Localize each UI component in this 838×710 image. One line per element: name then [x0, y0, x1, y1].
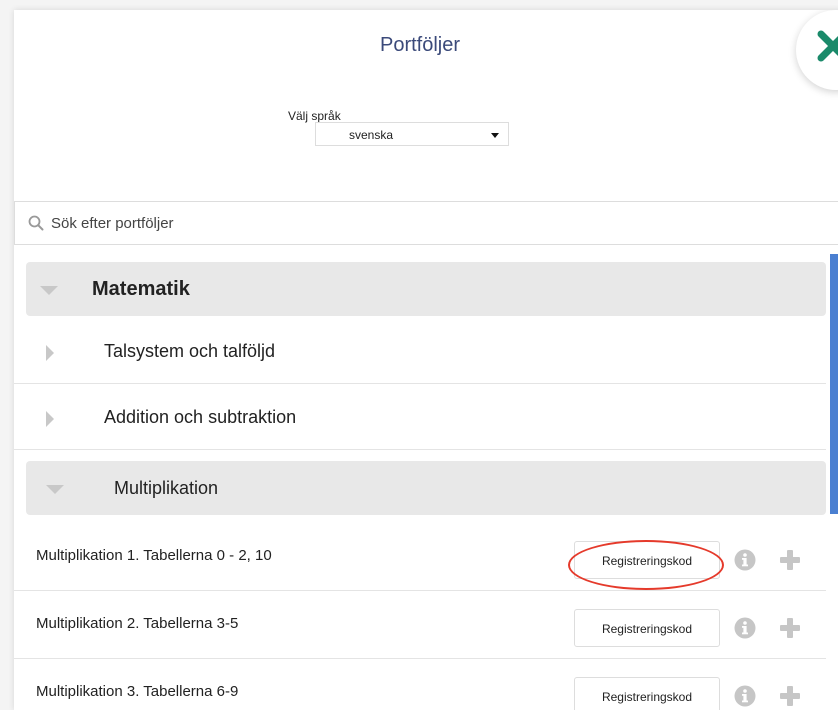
subcategory-label: Addition och subtraktion	[104, 407, 297, 427]
item-label: Multiplikation 2. Tabellerna 3-5	[36, 615, 239, 632]
scroll-indicator	[830, 254, 838, 514]
registration-code-button[interactable]: Registreringskod	[574, 609, 720, 647]
subcategory-talsystem[interactable]: Talsystem och talföljd	[14, 320, 826, 384]
portfolio-panel: Portföljer Välj språk svenska Sök efter …	[14, 10, 838, 710]
plus-icon[interactable]	[779, 617, 801, 639]
list-item: Multiplikation 3. Tabellerna 6-9 Registr…	[14, 659, 826, 710]
info-icon[interactable]	[734, 617, 756, 639]
triangle-down-icon	[40, 286, 58, 295]
plus-icon[interactable]	[779, 549, 801, 571]
item-label: Multiplikation 1. Tabellerna 0 - 2, 10	[36, 547, 272, 564]
close-icon	[817, 30, 838, 62]
list-item: Multiplikation 1. Tabellerna 0 - 2, 10 R…	[14, 523, 826, 591]
chevron-down-icon	[491, 133, 499, 138]
language-value: svenska	[349, 128, 394, 142]
list-item: Multiplikation 2. Tabellerna 3-5 Registr…	[14, 591, 826, 659]
search-icon	[28, 215, 44, 231]
subcategory-addition[interactable]: Addition och subtraktion	[14, 386, 826, 450]
page-title: Portföljer	[379, 34, 461, 56]
search-placeholder: Sök efter portföljer	[51, 215, 174, 232]
search-input[interactable]: Sök efter portföljer	[14, 201, 838, 245]
registration-code-button[interactable]: Registreringskod	[574, 677, 720, 710]
subcategory-label: Talsystem och talföljd	[104, 341, 276, 361]
triangle-right-icon	[46, 411, 54, 427]
language-label: Välj språk	[288, 109, 341, 123]
subcategory-label: Multiplikation	[114, 478, 219, 498]
category-label: Matematik	[92, 278, 190, 300]
registration-code-button[interactable]: Registreringskod	[574, 541, 720, 579]
triangle-down-icon	[46, 485, 64, 494]
language-select[interactable]: svenska	[315, 122, 509, 146]
item-label: Multiplikation 3. Tabellerna 6-9	[36, 683, 239, 700]
close-button[interactable]	[796, 10, 838, 90]
triangle-right-icon	[46, 345, 54, 361]
category-matematik[interactable]: Matematik	[26, 262, 826, 316]
info-icon[interactable]	[734, 549, 756, 571]
subcategory-multiplikation[interactable]: Multiplikation	[26, 461, 826, 515]
